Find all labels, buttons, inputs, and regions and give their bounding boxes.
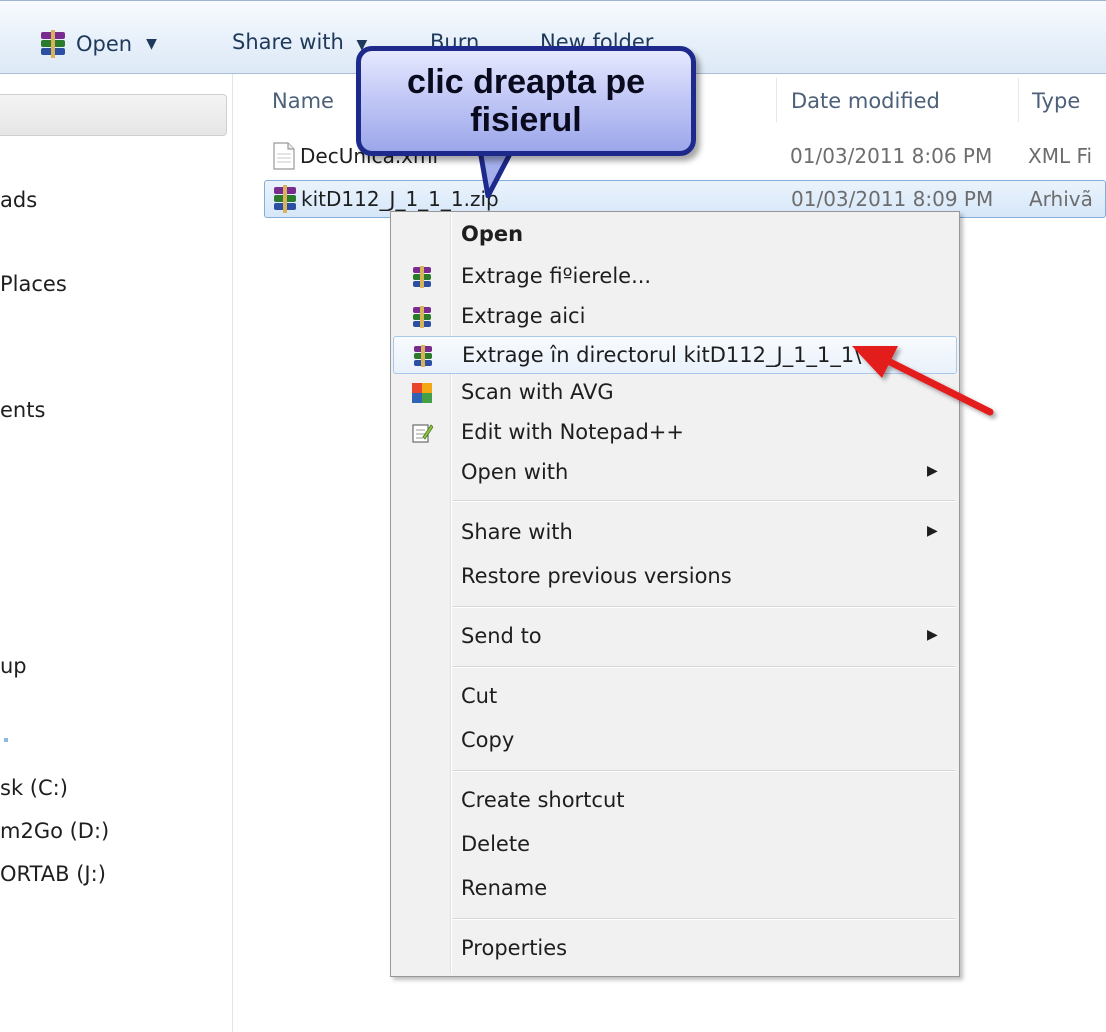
nav-item-drive-j[interactable]: ORTAB (J:) — [0, 862, 106, 886]
nav-item-drive-d[interactable]: m2Go (D:) — [0, 819, 109, 843]
callout-tail — [477, 150, 518, 198]
callout-annotation: clic dreapta pe fisierul — [356, 46, 696, 156]
file-date: 01/03/2011 8:09 PM — [791, 187, 994, 211]
menu-separator — [453, 500, 955, 502]
callout-line-1: clic dreapta pe — [406, 63, 646, 101]
nav-item-documents[interactable]: ents — [0, 398, 45, 422]
menu-item-copy[interactable]: Copy — [393, 722, 957, 760]
menu-item-label: Properties — [461, 936, 568, 960]
menu-item-label: Open — [461, 222, 524, 246]
menu-item-label: Send to — [461, 624, 542, 648]
menu-item-send-to[interactable]: Send to ▶ — [393, 618, 957, 656]
callout-line-2: fisierul — [470, 101, 582, 139]
open-button-label: Open — [76, 32, 133, 56]
menu-item-label: Open with — [461, 460, 569, 484]
menu-item-label: Restore previous versions — [461, 564, 732, 588]
menu-item-delete[interactable]: Delete — [393, 826, 957, 864]
menu-item-create-shortcut[interactable]: Create shortcut — [393, 782, 957, 820]
submenu-arrow-icon: ▶ — [927, 627, 938, 643]
column-header-type[interactable]: Type — [1032, 89, 1080, 113]
nav-marker — [4, 738, 8, 742]
menu-item-share-with[interactable]: Share with ▶ — [393, 514, 957, 552]
menu-separator — [453, 918, 955, 920]
share-with-label: Share with — [232, 30, 344, 54]
menu-item-restore-previous-versions[interactable]: Restore previous versions — [393, 558, 957, 596]
chevron-down-icon[interactable]: ▼ — [146, 36, 157, 52]
avg-icon — [412, 383, 432, 403]
menu-item-rename[interactable]: Rename — [393, 870, 957, 908]
nav-item-downloads[interactable]: ads — [0, 188, 37, 212]
open-button[interactable]: Open ▼ — [38, 30, 157, 58]
menu-item-open-with[interactable]: Open with ▶ — [393, 454, 957, 492]
menu-item-label: Scan with AVG — [461, 380, 614, 404]
menu-separator — [453, 770, 955, 772]
annotation-arrow-icon — [852, 346, 994, 416]
menu-item-label: Share with — [461, 520, 573, 544]
xml-file-icon — [273, 142, 295, 170]
winrar-archive-icon — [274, 185, 296, 213]
notepad-plus-plus-icon — [412, 424, 433, 443]
column-header-name[interactable]: Name — [272, 89, 334, 113]
file-type: XML Fi — [1028, 144, 1093, 168]
menu-item-label: Rename — [461, 876, 548, 900]
nav-item-homegroup[interactable]: up — [0, 654, 27, 678]
submenu-arrow-icon: ▶ — [927, 463, 938, 479]
menu-separator — [453, 666, 955, 668]
menu-item-properties[interactable]: Properties — [393, 930, 957, 968]
menu-item-label: Extrage în directorul kitD112_J_1_1_1\ — [462, 343, 862, 367]
menu-item-open[interactable]: Open — [393, 216, 957, 254]
winrar-icon — [413, 266, 431, 288]
menu-separator — [453, 606, 955, 608]
menu-item-label: Copy — [461, 728, 515, 752]
menu-item-label: Edit with Notepad++ — [461, 420, 685, 444]
menu-item-label: Create shortcut — [461, 788, 625, 812]
menu-item-label: Extrage aici — [461, 304, 586, 328]
menu-item-label: Extrage fiºierele... — [461, 264, 652, 288]
menu-item-cut[interactable]: Cut — [393, 678, 957, 716]
menu-item-label: Delete — [461, 832, 530, 856]
winrar-icon — [41, 30, 65, 58]
submenu-arrow-icon: ▶ — [927, 523, 938, 539]
file-type: Arhivã — [1029, 187, 1093, 211]
column-divider[interactable] — [776, 78, 777, 122]
nav-header-bar — [0, 94, 227, 136]
column-header-date-modified[interactable]: Date modified — [791, 89, 940, 113]
navigation-pane: ads Places ents up sk (C:) m2Go (D:) ORT… — [0, 74, 233, 1032]
context-menu: Open Extrage fiºierele... Extrage aici E… — [390, 211, 960, 977]
menu-item-extract-files[interactable]: Extrage fiºierele... — [393, 258, 957, 296]
nav-item-recent-places[interactable]: Places — [0, 272, 67, 296]
winrar-icon — [413, 306, 431, 328]
menu-item-label: Cut — [461, 684, 498, 708]
share-with-button[interactable]: Share with ▼ — [232, 30, 367, 54]
nav-item-local-disk-c[interactable]: sk (C:) — [0, 776, 68, 800]
column-divider[interactable] — [1018, 78, 1019, 122]
file-date: 01/03/2011 8:06 PM — [790, 144, 993, 168]
menu-item-extract-here[interactable]: Extrage aici — [393, 298, 957, 336]
winrar-icon — [414, 345, 432, 367]
